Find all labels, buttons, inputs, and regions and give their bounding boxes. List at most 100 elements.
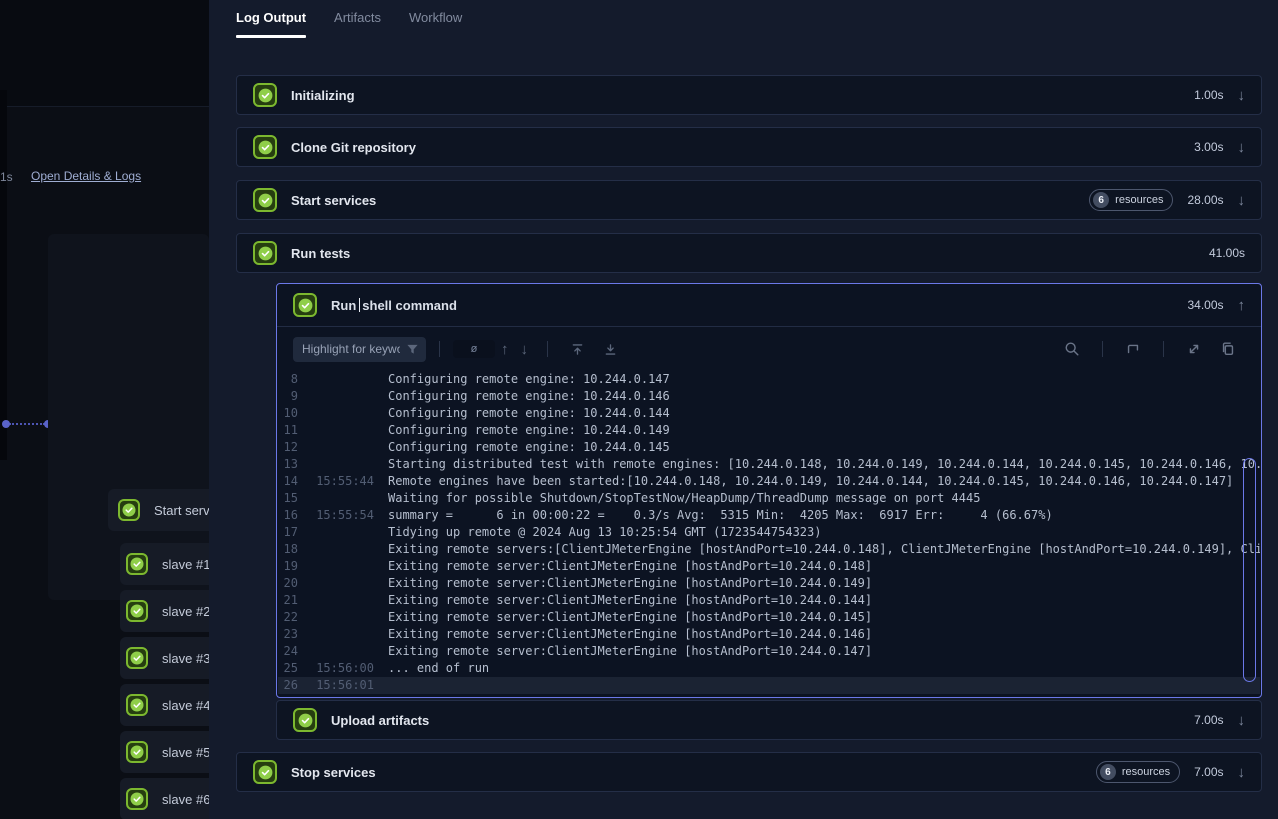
line-text: Starting distributed test with remote en…: [374, 456, 1260, 473]
toolbar-divider: [547, 341, 548, 357]
line-text: summary = 6 in 00:00:22 = 0.3/s Avg: 531…: [374, 507, 1260, 524]
chevron-down-icon[interactable]: ↓: [1238, 765, 1246, 780]
line-number: 19: [278, 558, 298, 575]
scroll-to-top-button[interactable]: [561, 339, 594, 360]
chevron-down-icon[interactable]: ↓: [1238, 193, 1246, 208]
check-success-icon: [126, 553, 148, 575]
job-log-panel: Log Output Artifacts Workflow Initializi…: [209, 0, 1278, 819]
job-meta-row: 1s Open Details & Logs: [0, 169, 209, 185]
log-line: 11Configuring remote engine: 10.244.0.14…: [278, 422, 1260, 439]
line-timestamp: [298, 592, 374, 609]
line-number: 12: [278, 439, 298, 456]
line-timestamp: [298, 439, 374, 456]
log-console[interactable]: 8Configuring remote engine: 10.244.0.147…: [278, 371, 1260, 696]
line-timestamp: [298, 643, 374, 660]
check-success-icon: [253, 83, 277, 107]
line-number: 25: [278, 660, 298, 677]
step-duration: 7.00s: [1194, 713, 1223, 727]
previous-match-button[interactable]: ↑: [495, 340, 515, 359]
line-timestamp: [298, 524, 374, 541]
line-text: [374, 677, 1260, 694]
pipeline-node-label: slave #4: [162, 698, 210, 713]
line-number: 10: [278, 405, 298, 422]
line-timestamp: 15:55:54: [298, 507, 374, 524]
pipeline-sidebar: 1s Open Details & Logs Start services 6 …: [0, 0, 209, 819]
line-text: Exiting remote server:ClientJMeterEngine…: [374, 626, 1260, 643]
copy-log-button[interactable]: [1211, 338, 1245, 360]
toolbar-divider: [439, 341, 440, 357]
step-label: Runshell command: [331, 298, 457, 313]
line-timestamp: [298, 558, 374, 575]
expand-fullscreen-button[interactable]: [1177, 338, 1211, 360]
search-log-button[interactable]: [1055, 338, 1089, 360]
check-success-icon: [126, 741, 148, 763]
step-clone-git-repository[interactable]: Clone Git repository 3.00s ↓: [236, 127, 1262, 167]
check-success-icon: [253, 241, 277, 265]
line-text: Configuring remote engine: 10.244.0.147: [374, 371, 1260, 388]
step-duration: 28.00s: [1187, 193, 1223, 207]
pipeline-connector-line: [9, 423, 45, 425]
resources-count: 6: [1100, 764, 1116, 780]
log-line: 18 Exiting remote servers:[ClientJMeterEn…: [278, 541, 1260, 558]
tab-workflow[interactable]: Workflow: [409, 0, 462, 40]
chevron-down-icon[interactable]: ↓: [1238, 713, 1246, 728]
chevron-down-icon[interactable]: ↓: [1238, 140, 1246, 155]
tab-artifacts[interactable]: Artifacts: [334, 0, 381, 40]
log-line: 22Exiting remote server:ClientJMeterEngi…: [278, 609, 1260, 626]
step-run-shell-command-header[interactable]: Runshell command 34.00s ↑: [277, 284, 1261, 327]
chevron-down-icon[interactable]: ↓: [1238, 88, 1246, 103]
check-success-icon: [126, 694, 148, 716]
check-success-icon: [253, 760, 277, 784]
line-number: 17: [278, 524, 298, 541]
step-run-tests[interactable]: Run tests 41.00s: [236, 233, 1262, 273]
log-line: 19 Exiting remote server:ClientJMeterEngi…: [278, 558, 1260, 575]
step-label: Start services: [291, 193, 376, 208]
line-text: Exiting remote servers:[ClientJMeterEngi…: [374, 541, 1260, 558]
log-line: 20Exiting remote server:ClientJMeterEngi…: [278, 575, 1260, 592]
open-details-logs-link[interactable]: Open Details & Logs: [31, 169, 141, 183]
sidebar-header-area: [0, 0, 209, 107]
resources-count: 6: [1093, 192, 1109, 208]
line-text: Configuring remote engine: 10.244.0.145: [374, 439, 1260, 456]
resources-label: resources: [1122, 766, 1170, 778]
step-upload-artifacts[interactable]: Upload artifacts 7.00s ↓: [276, 700, 1262, 740]
pipeline-block-card: Start services 6 slave #1 slave #2 slave…: [48, 234, 209, 600]
line-timestamp: [298, 456, 374, 473]
line-number: 16: [278, 507, 298, 524]
check-success-icon: [126, 788, 148, 810]
log-line: 9Configuring remote engine: 10.244.0.146: [278, 388, 1260, 405]
line-text: Configuring remote engine: 10.244.0.144: [374, 405, 1260, 422]
log-line: 1615:55:54summary = 6 in 00:00:22 = 0.3/…: [278, 507, 1260, 524]
line-timestamp: [298, 541, 374, 558]
text-cursor: [359, 298, 360, 312]
line-number: 11: [278, 422, 298, 439]
step-start-services[interactable]: Start services 6 resources 28.00s ↓: [236, 180, 1262, 220]
filter-funnel-icon: [406, 343, 419, 361]
match-counter: ø: [453, 340, 495, 358]
line-wrap-button[interactable]: [1116, 338, 1150, 360]
chevron-up-icon[interactable]: ↑: [1238, 298, 1246, 313]
step-duration: 41.00s: [1209, 246, 1245, 260]
log-line: 1415:55:44Remote engines have been start…: [278, 473, 1260, 490]
tab-bar: Log Output Artifacts Workflow: [236, 0, 462, 40]
next-match-button[interactable]: ↓: [515, 340, 535, 359]
step-label: Run tests: [291, 246, 350, 261]
step-duration: 34.00s: [1187, 298, 1223, 312]
log-line-highlighted: 2615:56:01: [278, 677, 1260, 694]
line-number: 18: [278, 541, 298, 558]
step-stop-services[interactable]: Stop services 6 resources 7.00s ↓: [236, 752, 1262, 792]
step-initializing[interactable]: Initializing 1.00s ↓: [236, 75, 1262, 115]
line-number: 24: [278, 643, 298, 660]
line-timestamp: [298, 388, 374, 405]
line-text: Exiting remote server:ClientJMeterEngine…: [374, 575, 1260, 592]
log-scrollbar-thumb[interactable]: [1243, 458, 1256, 682]
step-label: Stop services: [291, 765, 376, 780]
line-text: Waiting for possible Shutdown/StopTestNo…: [374, 490, 1260, 507]
tab-log-output[interactable]: Log Output: [236, 0, 306, 40]
step-run-shell-command-expanded: Runshell command 34.00s ↑ ø ↑ ↓: [276, 283, 1262, 698]
scroll-to-bottom-button[interactable]: [594, 339, 627, 360]
pipeline-node-label: slave #1: [162, 557, 210, 572]
line-text: Exiting remote server:ClientJMeterEngine…: [374, 558, 1260, 575]
pipeline-node-label: slave #6: [162, 792, 210, 807]
log-line: 2515:56:00... end of run: [278, 660, 1260, 677]
